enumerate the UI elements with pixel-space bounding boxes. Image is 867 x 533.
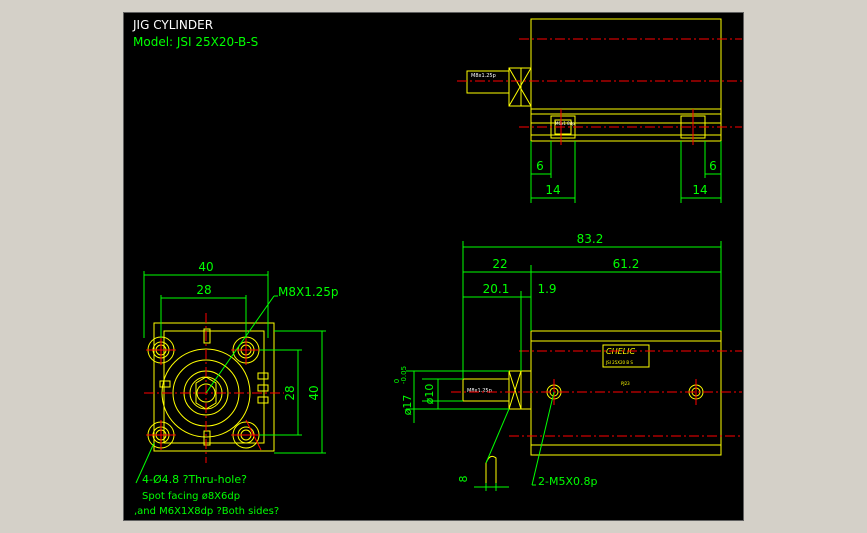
cad-drawing: JIG CYLINDER Model: JSI 25X20-B-S 40 28 … [132, 18, 742, 517]
drawing-title: JIG CYLINDER [132, 18, 213, 32]
dim-tol-lower: -0.05 [400, 366, 408, 384]
port-label: 2-M5X0.8p [538, 475, 597, 488]
side-view: CHELIC JSI 25X20 B S PJ23 M8x1.25p 8 2-M… [393, 232, 742, 491]
dim-wrench: 8 [457, 476, 470, 483]
top-thread-tag: M8x1.25p [471, 73, 496, 79]
model-label: Model: JSI 25X20-B-S [133, 35, 258, 49]
side-thread-tag: M8x1.25p [467, 388, 492, 394]
dim-body-dia: ø17 [401, 395, 414, 416]
hole-note-3: ,and M6X1X8dp ?Both sides? [134, 506, 279, 517]
top-dim-left-6: 6 [536, 159, 544, 173]
top-view: M6x1 8dp M8x1.25p 6 14 6 14 [457, 18, 742, 203]
cad-drawing-canvas[interactable]: JIG CYLINDER Model: JSI 25X20-B-S 40 28 … [123, 12, 744, 521]
hole-note-1: 4-Ø4.8 ?Thru-hole? [142, 473, 247, 486]
svg-text:JSI 25X20 B S: JSI 25X20 B S [605, 360, 633, 365]
top-dim-right-14: 14 [692, 183, 707, 197]
dim-width-inner: 28 [196, 283, 211, 297]
dim-height-inner: 28 [283, 385, 297, 400]
dim-total: 83.2 [577, 232, 604, 246]
dim-small: 1.9 [537, 282, 556, 296]
dim-left: 22 [492, 257, 507, 271]
dim-rod: 20.1 [483, 282, 510, 296]
dim-width-outer: 40 [198, 260, 213, 274]
top-dim-right-6: 6 [709, 159, 717, 173]
thread-label: M8X1.25p [278, 285, 339, 299]
svg-text:M6x1 8dp: M6x1 8dp [555, 121, 575, 126]
dim-height-outer: 40 [307, 385, 321, 400]
front-view: 40 28 28 40 M8X1.25p 4-Ø4.8 ?Thru-hole? … [134, 260, 339, 517]
dim-rod-dia: ø10 [423, 384, 436, 405]
dim-right: 61.2 [613, 257, 640, 271]
top-dim-left-14: 14 [545, 183, 560, 197]
svg-text:PJ23: PJ23 [621, 381, 630, 386]
hole-note-2: Spot facing ø8X6dp [142, 491, 240, 502]
